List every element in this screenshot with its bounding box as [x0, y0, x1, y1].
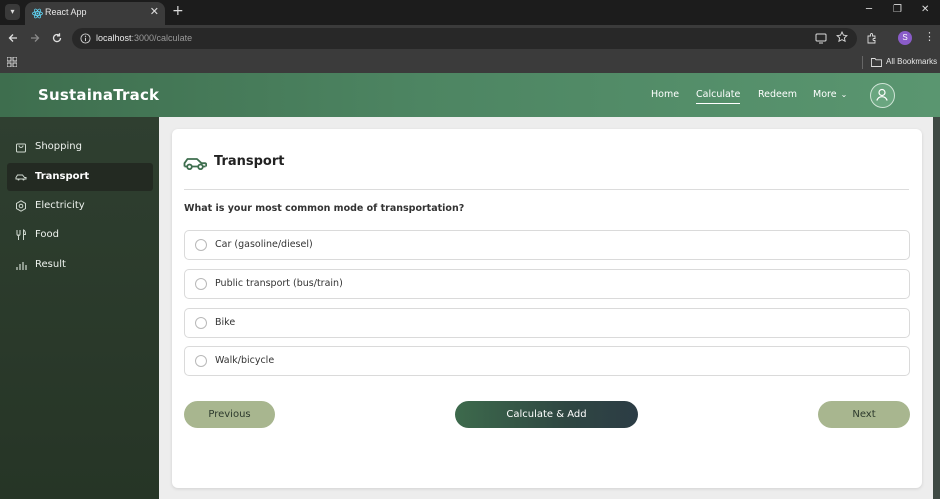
option-public-transport[interactable]: Public transport (bus/train)	[184, 269, 910, 299]
tab-close-icon[interactable]: ✕	[150, 6, 159, 18]
utensils-icon	[16, 229, 27, 240]
bag-icon	[16, 143, 26, 153]
profile-avatar[interactable]: S	[898, 31, 912, 45]
scroll-edge	[933, 117, 940, 499]
restore-icon[interactable]: ❐	[893, 4, 902, 15]
question-card: Transport What is your most common mode …	[172, 129, 922, 488]
brand-logo[interactable]: SustainaTrack	[38, 86, 159, 104]
tab-title: React App	[45, 7, 87, 17]
sidebar-item-transport[interactable]: Transport	[7, 163, 153, 191]
bookmark-star-icon[interactable]	[836, 31, 848, 43]
web-page: SustainaTrack Home Calculate Redeem More…	[0, 73, 940, 499]
all-bookmarks-link[interactable]: All Bookmarks	[886, 57, 937, 66]
extensions-icon[interactable]	[866, 32, 878, 44]
tab-search-dropdown[interactable]: ▾	[5, 4, 20, 20]
radio-button[interactable]	[195, 239, 207, 251]
new-tab-button[interactable]: +	[172, 3, 184, 19]
nav-more[interactable]: More ⌄	[813, 89, 847, 100]
radio-button[interactable]	[195, 278, 207, 290]
option-label: Car (gasoline/diesel)	[215, 239, 313, 250]
address-bar-row: localhost:3000/calculate S ⋮	[0, 25, 940, 52]
react-favicon-icon	[32, 8, 43, 19]
url-input[interactable]: localhost:3000/calculate	[72, 28, 857, 49]
sidebar: Shopping Transport Electricity Food Resu…	[0, 117, 159, 499]
reload-icon[interactable]	[51, 32, 63, 44]
browser-tab[interactable]: React App ✕	[25, 2, 165, 25]
chevron-down-icon: ⌄	[840, 90, 848, 99]
electricity-icon	[16, 200, 26, 212]
option-label: Public transport (bus/train)	[215, 278, 343, 289]
sidebar-item-label: Food	[35, 229, 59, 240]
sidebar-item-label: Transport	[35, 171, 90, 182]
nav-calculate[interactable]: Calculate	[696, 89, 741, 104]
browser-tab-strip: ▾ React App ✕ + ─ ❐ ✕	[0, 0, 940, 25]
bookmarks-divider	[862, 56, 863, 69]
apps-grid-icon[interactable]	[7, 57, 17, 67]
sidebar-item-label: Shopping	[35, 141, 82, 152]
url-text: localhost:3000/calculate	[96, 33, 192, 43]
option-walk-bicycle[interactable]: Walk/bicycle	[184, 346, 910, 376]
previous-button[interactable]: Previous	[184, 401, 275, 428]
nav-redeem[interactable]: Redeem	[758, 89, 797, 100]
radio-button[interactable]	[195, 355, 207, 367]
calculate-add-button[interactable]: Calculate & Add	[455, 401, 638, 428]
bar-chart-icon	[16, 262, 27, 270]
sidebar-item-label: Result	[35, 259, 66, 270]
app-navbar: SustainaTrack Home Calculate Redeem More…	[0, 73, 940, 117]
folder-icon[interactable]	[871, 57, 882, 67]
nav-more-label: More	[813, 89, 837, 100]
page-title: Transport	[214, 154, 285, 169]
option-bike[interactable]: Bike	[184, 308, 910, 338]
bookmarks-bar: All Bookmarks	[0, 52, 940, 73]
question-text: What is your most common mode of transpo…	[184, 203, 465, 214]
browser-menu-icon[interactable]: ⋮	[924, 30, 935, 43]
next-button[interactable]: Next	[818, 401, 910, 428]
forward-icon[interactable]	[29, 32, 41, 44]
radio-button[interactable]	[195, 317, 207, 329]
sidebar-item-shopping[interactable]: Shopping	[7, 133, 153, 161]
url-path: :3000/calculate	[131, 33, 193, 43]
sidebar-item-label: Electricity	[35, 200, 85, 211]
minimize-icon[interactable]: ─	[866, 4, 872, 15]
nav-home[interactable]: Home	[651, 89, 679, 100]
url-host: localhost	[96, 33, 132, 43]
sidebar-item-electricity[interactable]: Electricity	[7, 192, 153, 220]
option-label: Walk/bicycle	[215, 355, 275, 366]
sidebar-item-result[interactable]: Result	[7, 251, 153, 279]
car-icon	[183, 158, 207, 170]
main-content: Transport What is your most common mode …	[159, 117, 940, 499]
back-icon[interactable]	[7, 32, 19, 44]
car-icon	[15, 174, 27, 181]
user-avatar[interactable]	[870, 83, 895, 108]
user-icon	[876, 88, 888, 101]
option-label: Bike	[215, 317, 236, 328]
sidebar-item-food[interactable]: Food	[7, 221, 153, 249]
install-app-icon[interactable]	[815, 32, 827, 44]
window-close-icon[interactable]: ✕	[921, 4, 929, 15]
option-car[interactable]: Car (gasoline/diesel)	[184, 230, 910, 260]
site-info-icon[interactable]	[80, 33, 91, 44]
divider	[184, 189, 909, 190]
